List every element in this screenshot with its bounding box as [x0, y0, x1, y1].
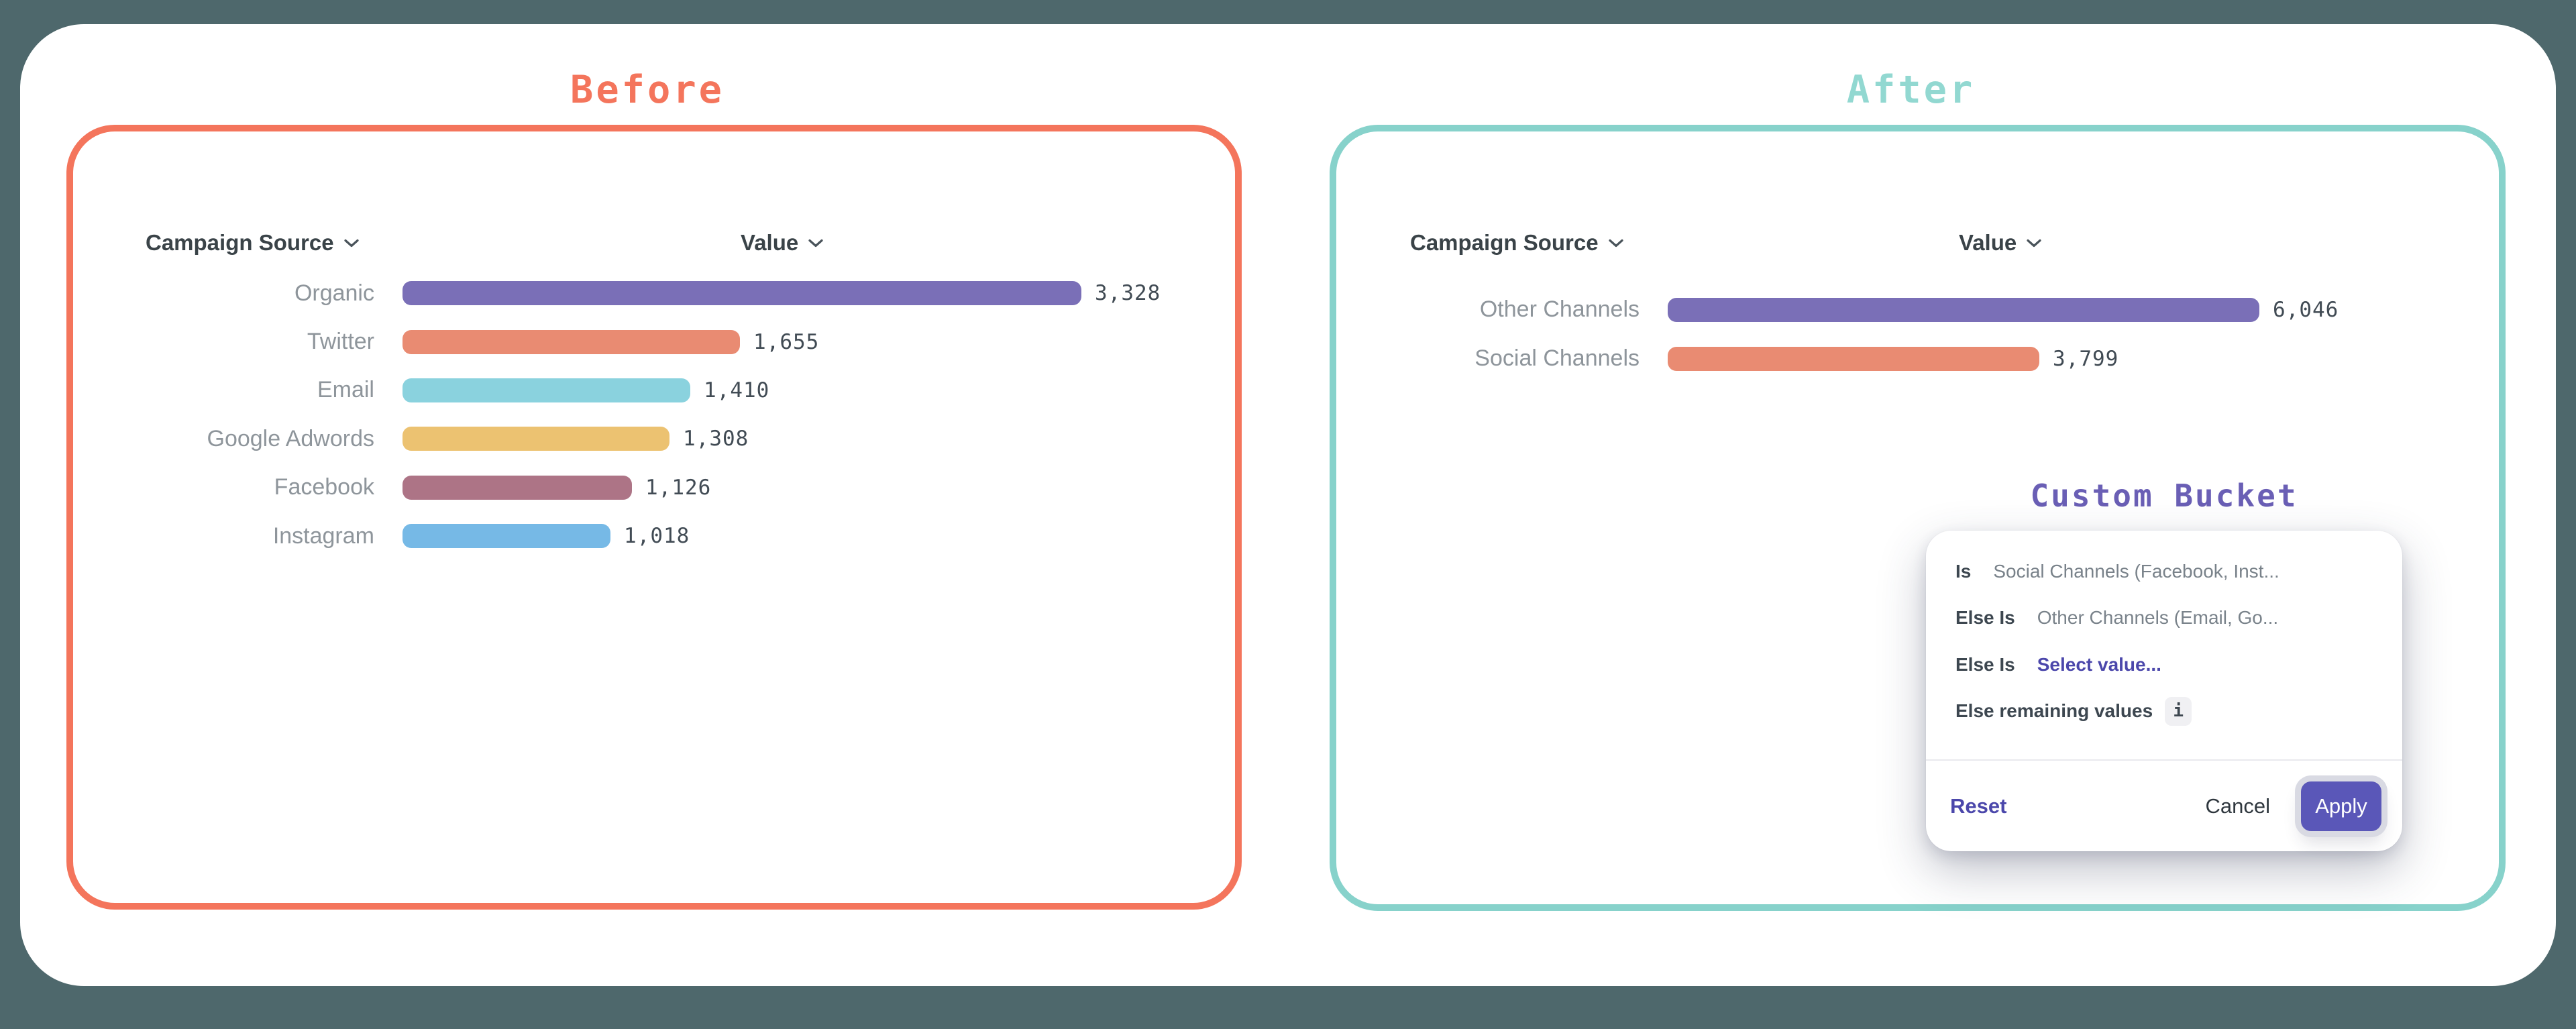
- row-value: 1,126: [645, 476, 711, 500]
- select-value-link[interactable]: Select value...: [2037, 654, 2161, 675]
- value-bar[interactable]: [1668, 347, 2039, 371]
- column-header-value[interactable]: Value: [1959, 229, 2042, 256]
- row-label: Organic: [73, 280, 374, 307]
- row-label: Twitter: [73, 329, 374, 355]
- row-value: 3,328: [1095, 281, 1161, 305]
- row-label: Email: [73, 377, 374, 403]
- table-row: Facebook 1,126: [73, 464, 1235, 512]
- column-header-campaign-source[interactable]: Campaign Source: [1410, 229, 1624, 256]
- rule-value-text: Social Channels (Facebook, Inst...: [1993, 561, 2279, 582]
- bucket-rule-row: Else remaining values i: [1955, 688, 2383, 735]
- bucket-rules-list: Is Social Channels (Facebook, Inst... Else…: [1955, 548, 2383, 735]
- chevron-down-icon[interactable]: [343, 238, 360, 248]
- rule-operator-label: Else remaining values: [1955, 700, 2153, 722]
- table-row: Organic 3,328: [73, 269, 1235, 317]
- before-panel: Campaign Source Value Organic 3,328 Twitte…: [66, 125, 1242, 910]
- bucket-rule-row: Is Social Channels (Facebook, Inst...: [1955, 548, 2383, 595]
- value-bar[interactable]: [1668, 298, 2259, 322]
- value-bar[interactable]: [402, 378, 690, 402]
- bucket-rule-row: Else Is Select value...: [1955, 641, 2383, 688]
- value-bar[interactable]: [402, 524, 610, 548]
- before-title: Before: [66, 71, 1228, 109]
- row-value: 6,046: [2273, 298, 2339, 322]
- before-table-rows: Organic 3,328 Twitter 1,655 Email 1,410 Google…: [73, 269, 1235, 560]
- row-value: 3,799: [2053, 347, 2118, 371]
- main-card: Before Campaign Source Value Organic 3,32…: [20, 24, 2556, 986]
- table-row: Instagram 1,018: [73, 512, 1235, 560]
- row-label: Social Channels: [1336, 345, 1640, 372]
- bucket-rule-row: Else Is Other Channels (Email, Go...: [1955, 595, 2383, 642]
- rule-value-text: Other Channels (Email, Go...: [2037, 607, 2278, 629]
- chevron-down-icon[interactable]: [2026, 238, 2042, 248]
- column-header-label: Campaign Source: [146, 229, 334, 256]
- row-value: 1,018: [624, 524, 690, 548]
- custom-bucket-title: Custom Bucket: [1996, 480, 2332, 511]
- value-bar[interactable]: [402, 281, 1081, 305]
- table-row: Social Channels 3,799: [1336, 334, 2499, 383]
- column-header-value[interactable]: Value: [741, 229, 824, 256]
- row-value: 1,308: [683, 427, 749, 451]
- dialog-footer: Reset Cancel Apply: [1926, 759, 2402, 851]
- row-label: Facebook: [73, 474, 374, 500]
- row-label: Other Channels: [1336, 296, 1640, 323]
- chevron-down-icon[interactable]: [808, 238, 824, 248]
- row-label: Instagram: [73, 523, 374, 549]
- screenshot-background: { "page": { "background_color": "#4e686c…: [0, 0, 2576, 1029]
- column-header-campaign-source[interactable]: Campaign Source: [146, 229, 360, 256]
- row-value: 1,655: [753, 330, 819, 354]
- rule-operator-label: Else Is: [1955, 607, 2015, 629]
- table-row: Other Channels 6,046: [1336, 285, 2499, 334]
- chevron-down-icon[interactable]: [1608, 238, 1624, 248]
- cancel-button[interactable]: Cancel: [2206, 794, 2271, 818]
- column-header-label: Value: [741, 229, 798, 256]
- rule-operator-label: Is: [1955, 561, 1971, 582]
- value-bar[interactable]: [402, 427, 669, 451]
- after-table-rows: Other Channels 6,046 Social Channels 3,799: [1336, 285, 2499, 383]
- column-header-label: Campaign Source: [1410, 229, 1599, 256]
- value-bar[interactable]: [402, 330, 740, 354]
- column-header-label: Value: [1959, 229, 2017, 256]
- table-row: Twitter 1,655: [73, 317, 1235, 366]
- row-label: Google Adwords: [73, 426, 374, 452]
- row-value: 1,410: [704, 378, 769, 402]
- after-title: After: [1330, 71, 2492, 109]
- value-bar[interactable]: [402, 476, 632, 500]
- rule-operator-label: Else Is: [1955, 654, 2015, 675]
- apply-button[interactable]: Apply: [2301, 781, 2381, 831]
- reset-button[interactable]: Reset: [1950, 794, 2006, 818]
- table-row: Google Adwords 1,308: [73, 415, 1235, 463]
- table-row: Email 1,410: [73, 366, 1235, 415]
- custom-bucket-dialog: Is Social Channels (Facebook, Inst... Else…: [1926, 531, 2402, 851]
- info-icon[interactable]: i: [2165, 697, 2192, 726]
